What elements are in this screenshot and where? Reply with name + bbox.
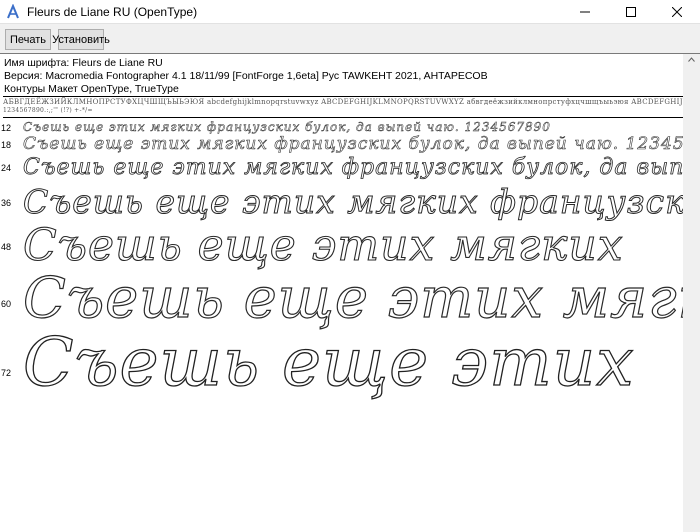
divider (3, 96, 686, 97)
sample-row-18: 18 Съешь еще этих мягких французских бул… (0, 134, 683, 156)
sample-text: Съешь еще этих мягких французских булок,… (23, 120, 551, 134)
sample-text: Съешь еще этих (22, 324, 635, 402)
size-label: 48 (1, 242, 12, 252)
font-version-line: Версия: Macromedia Fontographer 4.1 18/1… (4, 70, 488, 82)
size-label: 24 (1, 163, 12, 173)
title-bar[interactable]: Fleurs de Liane RU (OpenType) (0, 0, 700, 23)
font-preview-pane[interactable]: Имя шрифта: Fleurs de Liane RU Версия: M… (0, 53, 700, 532)
sample-row-60: 60 Съешь еще этих мягких (0, 266, 683, 332)
sample-text: Съешь еще этих мягких (22, 266, 683, 332)
font-info: Имя шрифта: Fleurs de Liane RU Версия: M… (4, 57, 488, 96)
sample-text: Съешь еще этих мягких французских булок,… (23, 134, 683, 154)
charset-line-2: 1234567890.:,;'" (!?) +-*/= (3, 107, 93, 114)
divider (3, 117, 686, 118)
font-viewer-window: Fleurs de Liane RU (OpenType) Печать Уст… (0, 0, 700, 532)
sample-text: Съешь еще этих мягких французских булок,… (23, 155, 683, 180)
close-button[interactable] (654, 0, 700, 23)
sample-text: Съешь еще этих мягких французских (23, 182, 683, 222)
font-name-line: Имя шрифта: Fleurs de Liane RU (4, 57, 163, 69)
size-label: 72 (1, 368, 12, 378)
minimize-icon (580, 11, 590, 12)
toolbar: Печать Установить (0, 23, 700, 53)
close-icon (672, 6, 682, 17)
window-title: Fleurs de Liane RU (OpenType) (27, 4, 198, 19)
size-label: 36 (1, 198, 12, 208)
size-label: 12 (1, 123, 12, 133)
sample-row-24: 24 Съешь еще этих мягких французских бул… (0, 155, 683, 183)
sample-row-12: 12 Съешь еще этих мягких французских бул… (0, 120, 683, 134)
size-label: 60 (1, 299, 12, 309)
install-button[interactable]: Установить (52, 29, 110, 50)
print-button[interactable]: Печать (5, 29, 51, 50)
maximize-icon (626, 6, 636, 17)
vertical-scrollbar[interactable] (683, 54, 700, 532)
sample-row-36: 36 Съешь еще этих мягких французских (0, 182, 683, 224)
font-outlines-line: Контуры Макет OpenType, TrueType (4, 83, 179, 95)
sample-row-72: 72 Съешь еще этих (0, 324, 683, 404)
chevron-up-icon[interactable] (688, 57, 695, 62)
minimize-button[interactable] (562, 0, 608, 23)
caption-buttons (562, 0, 700, 23)
maximize-button[interactable] (608, 0, 654, 23)
font-file-icon (7, 3, 19, 18)
size-label: 18 (1, 140, 12, 150)
charset-line-1: АБВГДЕЁЖЗИЙКЛМНОПРСТУФХЦЧШЩЪЫЬЭЮЯ abcdef… (3, 98, 700, 106)
sample-text: Съешь еще этих мягких (22, 220, 624, 272)
